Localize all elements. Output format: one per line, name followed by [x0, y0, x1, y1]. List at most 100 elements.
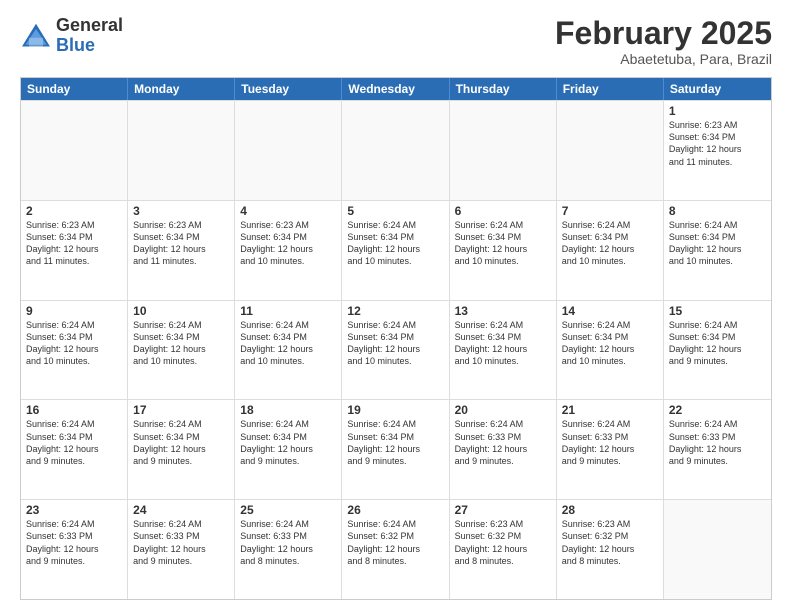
calendar-cell	[342, 101, 449, 200]
day-number: 22	[669, 403, 766, 417]
header-day-thursday: Thursday	[450, 78, 557, 100]
header-day-friday: Friday	[557, 78, 664, 100]
day-number: 7	[562, 204, 658, 218]
day-number: 15	[669, 304, 766, 318]
calendar-cell: 1Sunrise: 6:23 AMSunset: 6:34 PMDaylight…	[664, 101, 771, 200]
day-number: 21	[562, 403, 658, 417]
calendar-cell: 24Sunrise: 6:24 AMSunset: 6:33 PMDayligh…	[128, 500, 235, 599]
calendar-cell: 4Sunrise: 6:23 AMSunset: 6:34 PMDaylight…	[235, 201, 342, 300]
day-number: 20	[455, 403, 551, 417]
calendar-cell: 21Sunrise: 6:24 AMSunset: 6:33 PMDayligh…	[557, 400, 664, 499]
day-number: 13	[455, 304, 551, 318]
calendar-row-1: 2Sunrise: 6:23 AMSunset: 6:34 PMDaylight…	[21, 200, 771, 300]
calendar: SundayMondayTuesdayWednesdayThursdayFrid…	[20, 77, 772, 600]
day-number: 12	[347, 304, 443, 318]
cell-daylight-info: Sunrise: 6:24 AMSunset: 6:34 PMDaylight:…	[347, 418, 443, 467]
day-number: 26	[347, 503, 443, 517]
cell-daylight-info: Sunrise: 6:24 AMSunset: 6:34 PMDaylight:…	[133, 319, 229, 368]
calendar-cell: 27Sunrise: 6:23 AMSunset: 6:32 PMDayligh…	[450, 500, 557, 599]
calendar-cell: 6Sunrise: 6:24 AMSunset: 6:34 PMDaylight…	[450, 201, 557, 300]
calendar-body: 1Sunrise: 6:23 AMSunset: 6:34 PMDaylight…	[21, 100, 771, 599]
calendar-cell: 18Sunrise: 6:24 AMSunset: 6:34 PMDayligh…	[235, 400, 342, 499]
cell-daylight-info: Sunrise: 6:24 AMSunset: 6:34 PMDaylight:…	[669, 319, 766, 368]
header-day-saturday: Saturday	[664, 78, 771, 100]
day-number: 18	[240, 403, 336, 417]
cell-daylight-info: Sunrise: 6:23 AMSunset: 6:34 PMDaylight:…	[26, 219, 122, 268]
calendar-row-3: 16Sunrise: 6:24 AMSunset: 6:34 PMDayligh…	[21, 399, 771, 499]
cell-daylight-info: Sunrise: 6:24 AMSunset: 6:34 PMDaylight:…	[26, 319, 122, 368]
calendar-cell: 20Sunrise: 6:24 AMSunset: 6:33 PMDayligh…	[450, 400, 557, 499]
cell-daylight-info: Sunrise: 6:24 AMSunset: 6:32 PMDaylight:…	[347, 518, 443, 567]
calendar-cell: 9Sunrise: 6:24 AMSunset: 6:34 PMDaylight…	[21, 301, 128, 400]
cell-daylight-info: Sunrise: 6:23 AMSunset: 6:34 PMDaylight:…	[240, 219, 336, 268]
day-number: 17	[133, 403, 229, 417]
cell-daylight-info: Sunrise: 6:24 AMSunset: 6:33 PMDaylight:…	[133, 518, 229, 567]
day-number: 8	[669, 204, 766, 218]
header: General Blue February 2025 Abaetetuba, P…	[20, 16, 772, 67]
day-number: 16	[26, 403, 122, 417]
day-number: 27	[455, 503, 551, 517]
day-number: 5	[347, 204, 443, 218]
cell-daylight-info: Sunrise: 6:24 AMSunset: 6:34 PMDaylight:…	[133, 418, 229, 467]
cell-daylight-info: Sunrise: 6:24 AMSunset: 6:34 PMDaylight:…	[669, 219, 766, 268]
cell-daylight-info: Sunrise: 6:24 AMSunset: 6:34 PMDaylight:…	[347, 219, 443, 268]
calendar-cell: 23Sunrise: 6:24 AMSunset: 6:33 PMDayligh…	[21, 500, 128, 599]
calendar-cell: 10Sunrise: 6:24 AMSunset: 6:34 PMDayligh…	[128, 301, 235, 400]
calendar-cell: 15Sunrise: 6:24 AMSunset: 6:34 PMDayligh…	[664, 301, 771, 400]
logo-general: General	[56, 16, 123, 36]
logo: General Blue	[20, 16, 123, 56]
calendar-cell: 28Sunrise: 6:23 AMSunset: 6:32 PMDayligh…	[557, 500, 664, 599]
cell-daylight-info: Sunrise: 6:23 AMSunset: 6:32 PMDaylight:…	[562, 518, 658, 567]
calendar-cell: 11Sunrise: 6:24 AMSunset: 6:34 PMDayligh…	[235, 301, 342, 400]
day-number: 24	[133, 503, 229, 517]
header-day-monday: Monday	[128, 78, 235, 100]
page: General Blue February 2025 Abaetetuba, P…	[0, 0, 792, 612]
calendar-cell: 25Sunrise: 6:24 AMSunset: 6:33 PMDayligh…	[235, 500, 342, 599]
logo-blue: Blue	[56, 36, 123, 56]
header-day-sunday: Sunday	[21, 78, 128, 100]
title-block: February 2025 Abaetetuba, Para, Brazil	[555, 16, 772, 67]
calendar-cell: 19Sunrise: 6:24 AMSunset: 6:34 PMDayligh…	[342, 400, 449, 499]
cell-daylight-info: Sunrise: 6:24 AMSunset: 6:33 PMDaylight:…	[562, 418, 658, 467]
cell-daylight-info: Sunrise: 6:23 AMSunset: 6:34 PMDaylight:…	[669, 119, 766, 168]
calendar-cell: 22Sunrise: 6:24 AMSunset: 6:33 PMDayligh…	[664, 400, 771, 499]
logo-icon	[20, 22, 52, 50]
day-number: 6	[455, 204, 551, 218]
calendar-cell	[235, 101, 342, 200]
cell-daylight-info: Sunrise: 6:24 AMSunset: 6:34 PMDaylight:…	[347, 319, 443, 368]
day-number: 10	[133, 304, 229, 318]
day-number: 1	[669, 104, 766, 118]
day-number: 3	[133, 204, 229, 218]
calendar-cell: 8Sunrise: 6:24 AMSunset: 6:34 PMDaylight…	[664, 201, 771, 300]
cell-daylight-info: Sunrise: 6:24 AMSunset: 6:33 PMDaylight:…	[455, 418, 551, 467]
day-number: 23	[26, 503, 122, 517]
calendar-cell	[664, 500, 771, 599]
cell-daylight-info: Sunrise: 6:24 AMSunset: 6:34 PMDaylight:…	[26, 418, 122, 467]
calendar-row-4: 23Sunrise: 6:24 AMSunset: 6:33 PMDayligh…	[21, 499, 771, 599]
calendar-cell: 16Sunrise: 6:24 AMSunset: 6:34 PMDayligh…	[21, 400, 128, 499]
cell-daylight-info: Sunrise: 6:24 AMSunset: 6:33 PMDaylight:…	[26, 518, 122, 567]
cell-daylight-info: Sunrise: 6:23 AMSunset: 6:34 PMDaylight:…	[133, 219, 229, 268]
day-number: 9	[26, 304, 122, 318]
day-number: 2	[26, 204, 122, 218]
calendar-cell: 3Sunrise: 6:23 AMSunset: 6:34 PMDaylight…	[128, 201, 235, 300]
calendar-cell	[128, 101, 235, 200]
header-day-wednesday: Wednesday	[342, 78, 449, 100]
calendar-header: SundayMondayTuesdayWednesdayThursdayFrid…	[21, 78, 771, 100]
calendar-cell: 14Sunrise: 6:24 AMSunset: 6:34 PMDayligh…	[557, 301, 664, 400]
cell-daylight-info: Sunrise: 6:24 AMSunset: 6:33 PMDaylight:…	[669, 418, 766, 467]
day-number: 14	[562, 304, 658, 318]
logo-text: General Blue	[56, 16, 123, 56]
day-number: 19	[347, 403, 443, 417]
day-number: 28	[562, 503, 658, 517]
cell-daylight-info: Sunrise: 6:24 AMSunset: 6:33 PMDaylight:…	[240, 518, 336, 567]
cell-daylight-info: Sunrise: 6:24 AMSunset: 6:34 PMDaylight:…	[562, 319, 658, 368]
cell-daylight-info: Sunrise: 6:24 AMSunset: 6:34 PMDaylight:…	[240, 319, 336, 368]
calendar-cell: 7Sunrise: 6:24 AMSunset: 6:34 PMDaylight…	[557, 201, 664, 300]
location-subtitle: Abaetetuba, Para, Brazil	[555, 51, 772, 67]
header-day-tuesday: Tuesday	[235, 78, 342, 100]
calendar-cell: 12Sunrise: 6:24 AMSunset: 6:34 PMDayligh…	[342, 301, 449, 400]
day-number: 4	[240, 204, 336, 218]
calendar-cell: 13Sunrise: 6:24 AMSunset: 6:34 PMDayligh…	[450, 301, 557, 400]
calendar-cell: 2Sunrise: 6:23 AMSunset: 6:34 PMDaylight…	[21, 201, 128, 300]
